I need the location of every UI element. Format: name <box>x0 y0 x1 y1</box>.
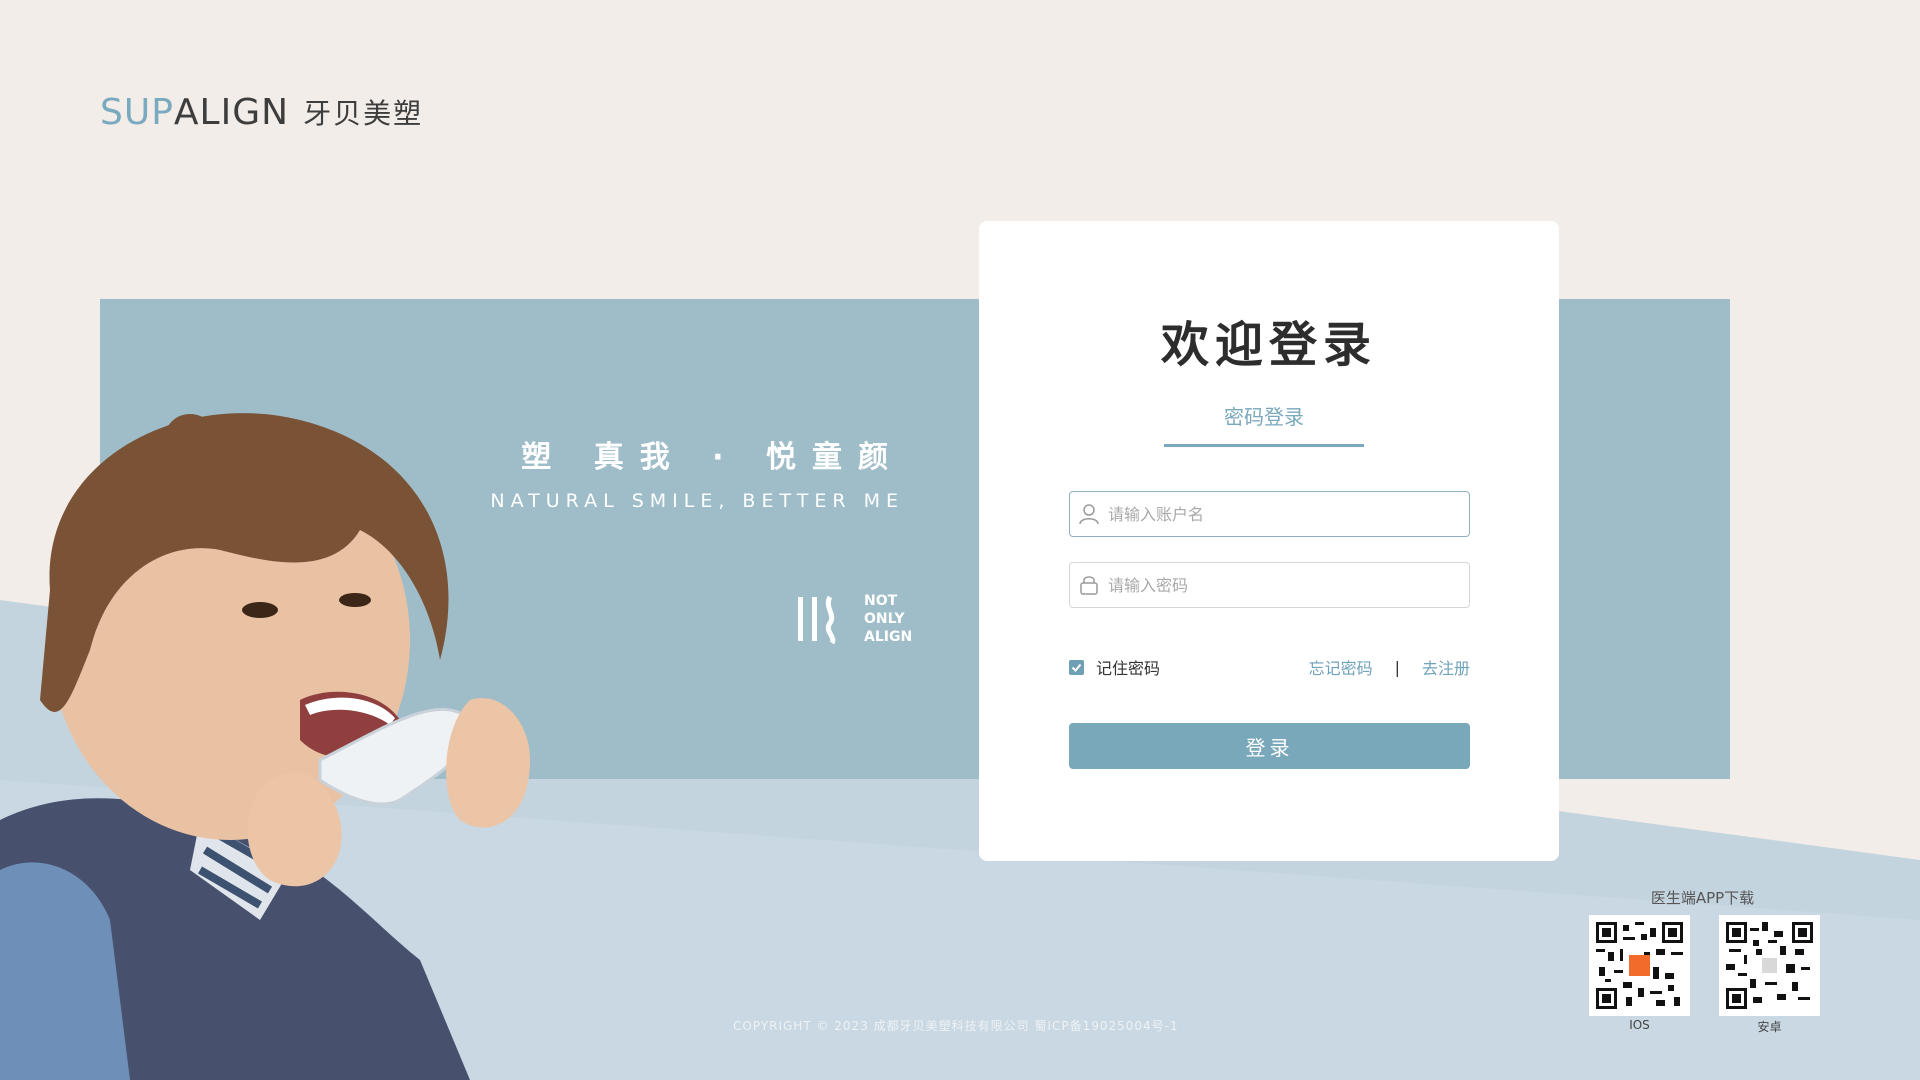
login-options: 记住密码 忘记密码 | 去注册 <box>1069 655 1470 679</box>
mark-line-3: ALIGN <box>864 629 913 645</box>
qr-android-icon <box>1726 922 1813 1009</box>
tab-password-login[interactable]: 密码登录 <box>1164 401 1364 447</box>
slogan-english: NATURAL SMILE, BETTER ME <box>490 490 904 512</box>
app-download-title: 医生端APP下载 <box>1650 889 1755 907</box>
brand-logo: SUP ALIGN 牙贝美塑 <box>100 91 424 133</box>
login-button[interactable]: 登录 <box>1069 723 1470 769</box>
qr-ios-icon <box>1596 922 1683 1009</box>
user-icon <box>1079 504 1099 525</box>
brand-lines-icon <box>798 595 836 645</box>
check-icon <box>1071 663 1082 672</box>
forgot-password-link[interactable]: 忘记密码 <box>1309 655 1373 679</box>
ios-label: IOS <box>1629 1018 1650 1032</box>
android-qr-code <box>1719 915 1820 1016</box>
copyright-text: COPYRIGHT © 2023 成都牙贝美塑科技有限公司 蜀ICP备19025… <box>733 1019 1179 1033</box>
password-field[interactable] <box>1069 562 1470 608</box>
logo-text-cn: 牙贝美塑 <box>303 97 424 130</box>
logo-text-align: ALIGN <box>173 91 290 133</box>
register-link[interactable]: 去注册 <box>1422 655 1470 679</box>
mark-line-1: NOT <box>864 593 898 609</box>
username-field[interactable] <box>1069 491 1470 537</box>
remember-label: 记住密码 <box>1096 659 1161 678</box>
android-label: 安卓 <box>1757 1020 1782 1034</box>
link-separator: | <box>1394 657 1400 677</box>
mark-line-2: ONLY <box>864 611 905 627</box>
login-card: 欢迎登录 密码登录 记住密码 忘记密码 | 去注册 登录 <box>979 221 1559 861</box>
logo-text-sup: SUP <box>100 91 174 133</box>
not-only-align-mark: NOT ONLY ALIGN <box>796 592 912 646</box>
login-title: 欢迎登录 <box>1160 317 1377 373</box>
remember-checkbox[interactable] <box>1069 659 1084 675</box>
slogan-chinese: 塑 真我 · 悦童颜 <box>521 440 904 475</box>
lock-icon <box>1080 576 1098 595</box>
password-input[interactable] <box>1108 565 1469 605</box>
ios-qr-code <box>1589 915 1690 1016</box>
username-input[interactable] <box>1108 494 1469 534</box>
